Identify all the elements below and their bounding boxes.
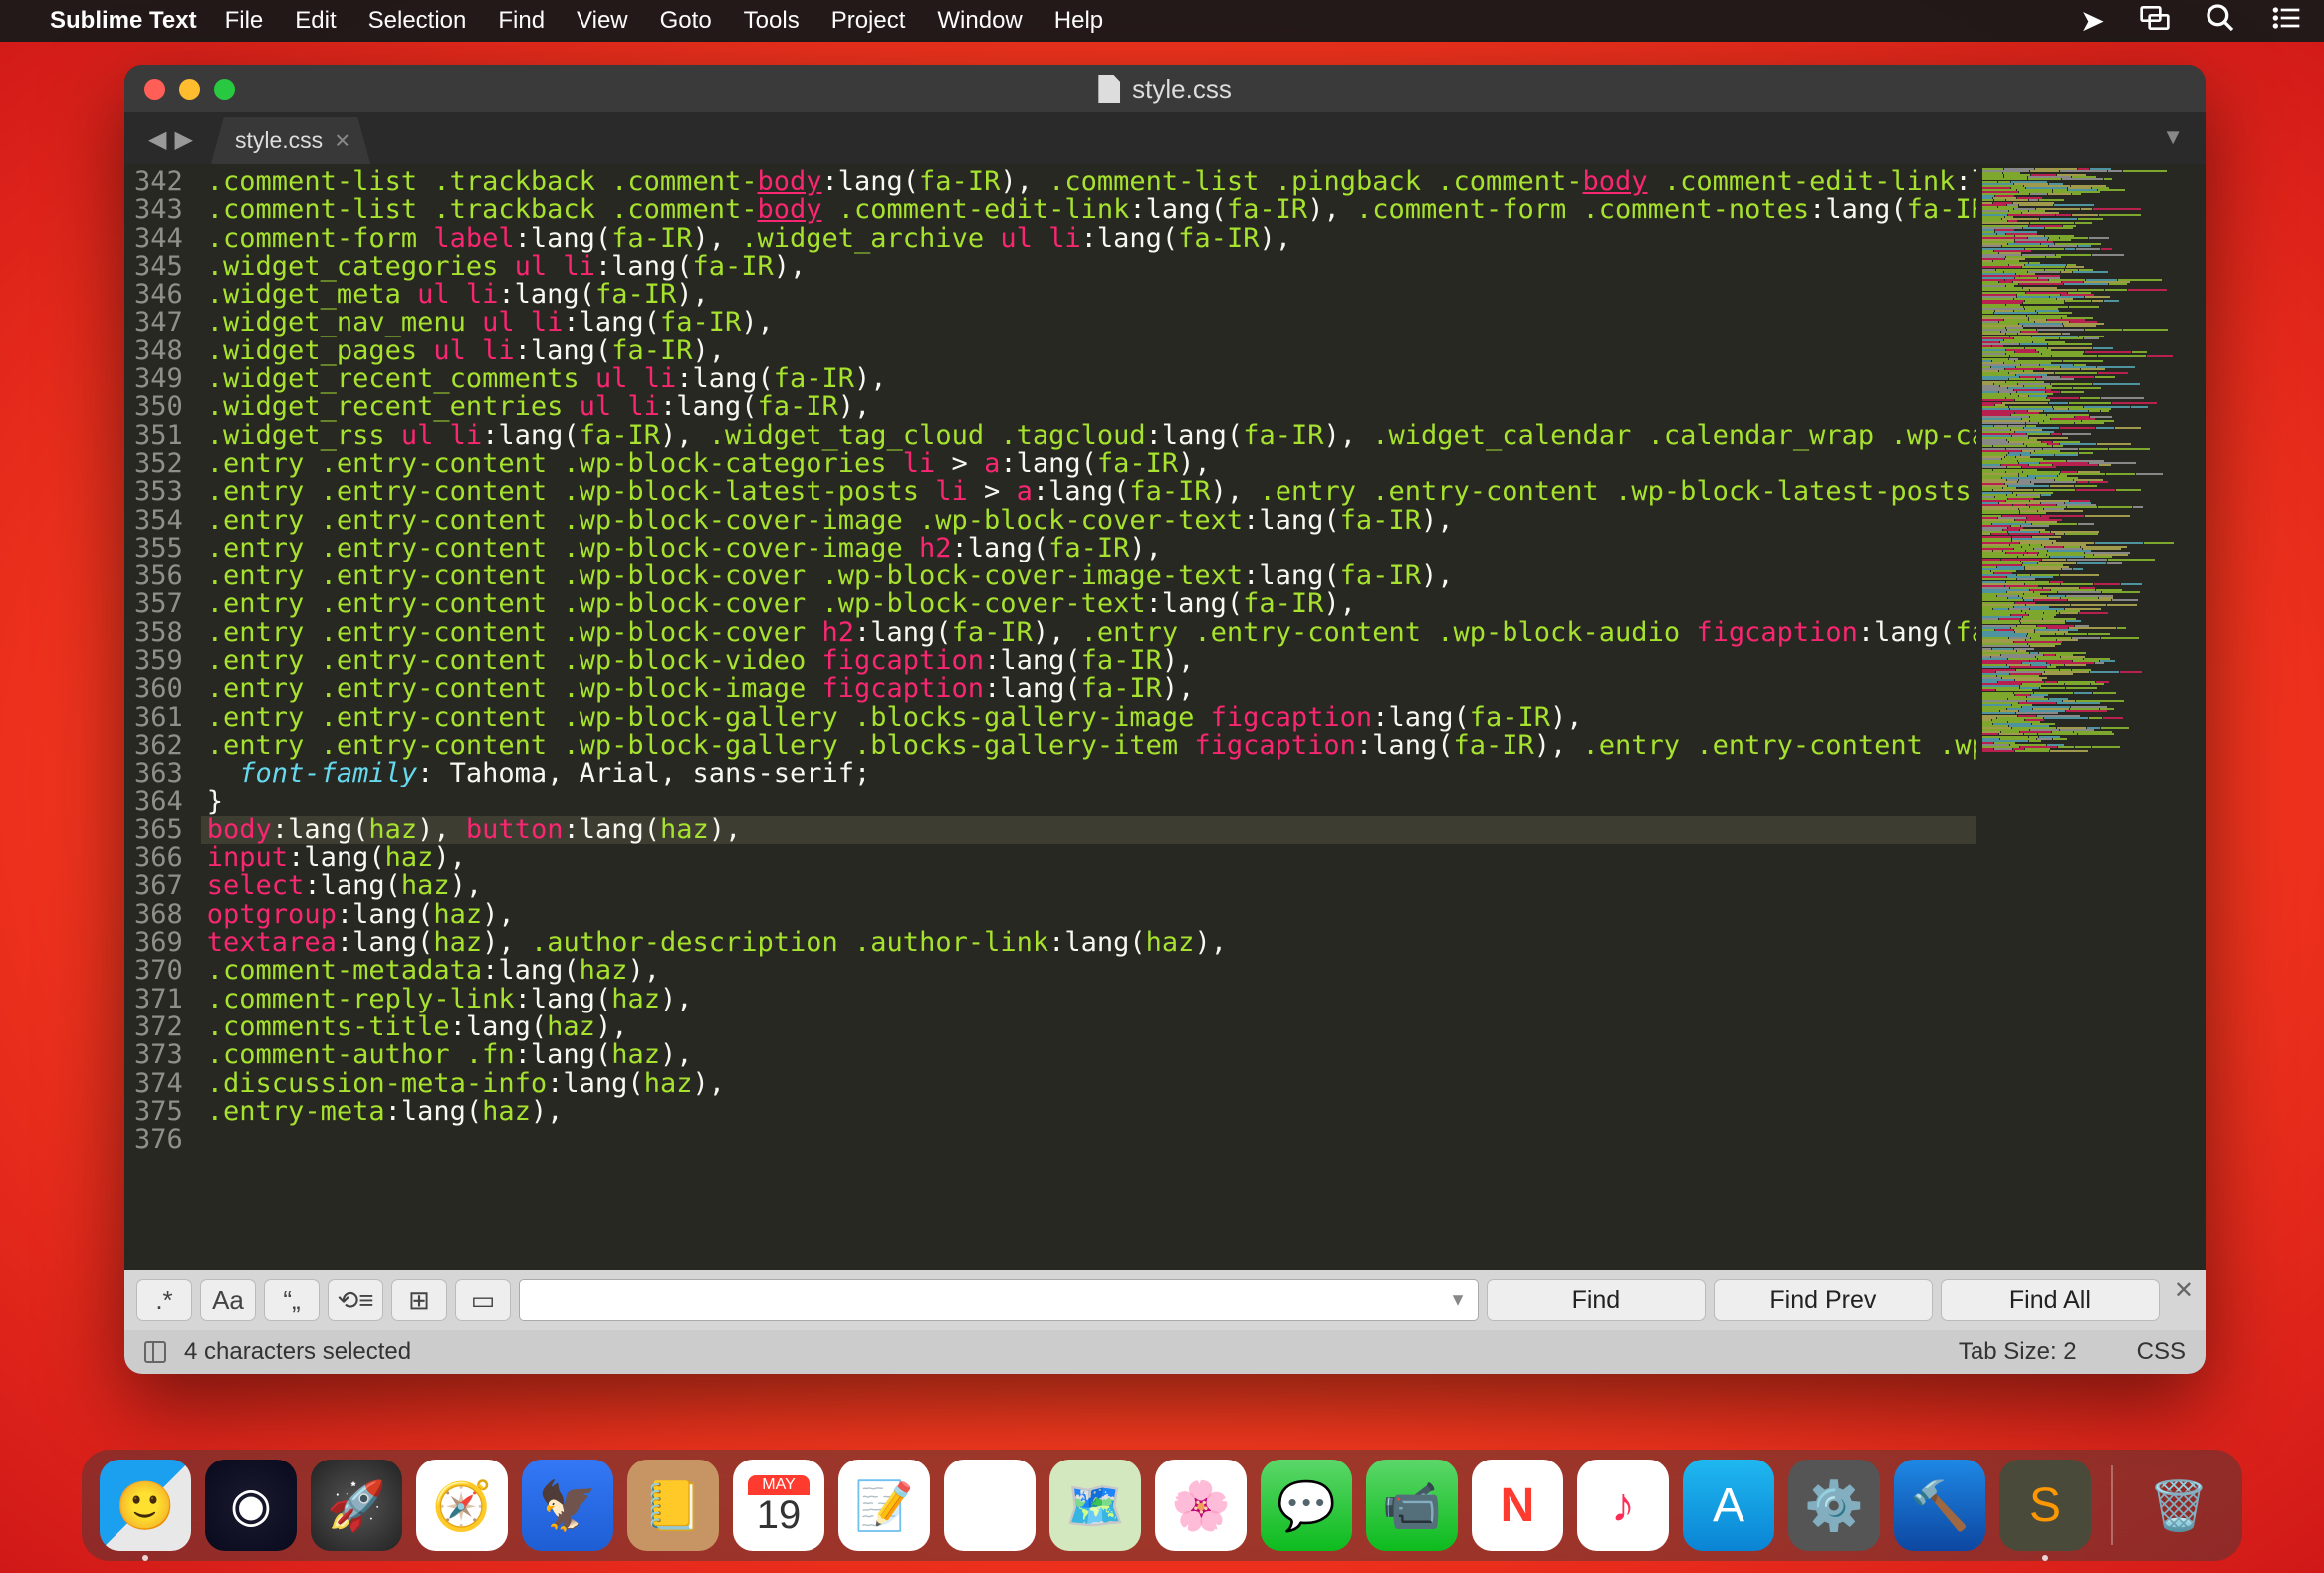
- tab-overflow-icon[interactable]: ▼: [2162, 124, 2184, 150]
- dock-safari-icon[interactable]: 🧭: [416, 1460, 508, 1551]
- dock-siri-icon[interactable]: ◉: [205, 1460, 297, 1551]
- window-close-button[interactable]: [144, 79, 165, 100]
- dock-xcode-icon[interactable]: 🔨: [1894, 1460, 1985, 1551]
- dock-finder-icon[interactable]: 🙂: [100, 1460, 191, 1551]
- app-name[interactable]: Sublime Text: [50, 7, 197, 35]
- selection-status: 4 characters selected: [184, 1338, 411, 1366]
- editor-area: 3423433443453463473483493503513523533543…: [124, 164, 2206, 1270]
- dock-news-icon[interactable]: N: [1472, 1460, 1563, 1551]
- case-toggle[interactable]: Aa: [200, 1279, 256, 1321]
- dock-trash-icon[interactable]: 🗑️: [2133, 1460, 2224, 1551]
- file-tab[interactable]: style.css ✕: [211, 117, 370, 164]
- dock-photos-icon[interactable]: 🌸: [1155, 1460, 1247, 1551]
- dock-facetime-icon[interactable]: 📹: [1366, 1460, 1458, 1551]
- window-minimize-button[interactable]: [179, 79, 200, 100]
- find-button[interactable]: Find: [1487, 1279, 1706, 1321]
- dock-sublime-icon[interactable]: S: [1999, 1460, 2091, 1551]
- menu-tools[interactable]: Tools: [744, 7, 800, 35]
- dock-music-icon[interactable]: ♪: [1577, 1460, 1669, 1551]
- find-input[interactable]: [519, 1279, 1479, 1321]
- screen-mirror-icon[interactable]: [2139, 2, 2171, 41]
- whole-word-toggle[interactable]: “„: [264, 1279, 320, 1321]
- menu-file[interactable]: File: [225, 7, 264, 35]
- dock-messages-icon[interactable]: 💬: [1261, 1460, 1352, 1551]
- menu-find[interactable]: Find: [498, 7, 545, 35]
- menu-window[interactable]: Window: [937, 7, 1022, 35]
- menu-edit[interactable]: Edit: [295, 7, 336, 35]
- menu-selection[interactable]: Selection: [368, 7, 467, 35]
- wrap-toggle[interactable]: ⟲≡: [328, 1279, 383, 1321]
- dock-appstore-icon[interactable]: A: [1683, 1460, 1774, 1551]
- syntax-status[interactable]: CSS: [2137, 1338, 2186, 1366]
- minimap[interactable]: [1976, 164, 2206, 1270]
- dock-calendar-icon[interactable]: MAY19: [733, 1460, 824, 1551]
- menu-help[interactable]: Help: [1054, 7, 1103, 35]
- sidebar-toggle-icon[interactable]: [144, 1341, 166, 1363]
- sublime-window: style.css ◀ ▶ style.css ✕ ▼ 342343344345…: [124, 65, 2206, 1374]
- menu-view[interactable]: View: [577, 7, 628, 35]
- calendar-month: MAY: [748, 1475, 809, 1495]
- line-gutter: 3423433443453463473483493503513523533543…: [124, 164, 201, 1270]
- status-bar: 4 characters selected Tab Size: 2 CSS: [124, 1330, 2206, 1374]
- regex-toggle[interactable]: .*: [136, 1279, 192, 1321]
- dock-mail-icon[interactable]: 🦅: [522, 1460, 613, 1551]
- calendar-day: 19: [748, 1495, 809, 1535]
- find-all-button[interactable]: Find All: [1941, 1279, 2160, 1321]
- in-selection-toggle[interactable]: ⊞: [391, 1279, 447, 1321]
- window-maximize-button[interactable]: [214, 79, 235, 100]
- nav-back-icon[interactable]: ◀: [148, 125, 166, 154]
- window-title-text: style.css: [1132, 74, 1232, 105]
- menu-goto[interactable]: Goto: [660, 7, 712, 35]
- cursor-icon[interactable]: ➤: [2080, 4, 2105, 39]
- control-center-icon[interactable]: [2270, 2, 2302, 41]
- dock-launchpad-icon[interactable]: 🚀: [311, 1460, 402, 1551]
- tab-label: style.css: [235, 127, 323, 153]
- spotlight-icon[interactable]: [2205, 2, 2236, 41]
- window-titlebar[interactable]: style.css: [124, 65, 2206, 112]
- dock-maps-icon[interactable]: 🗺️: [1049, 1460, 1141, 1551]
- dock-reminders-icon[interactable]: ☰: [944, 1460, 1036, 1551]
- tab-bar: ◀ ▶ style.css ✕ ▼: [124, 112, 2206, 164]
- find-history-dropdown-icon[interactable]: ▼: [1449, 1290, 1467, 1311]
- document-icon: [1098, 75, 1120, 103]
- dock-contacts-icon[interactable]: 📒: [627, 1460, 719, 1551]
- find-bar: .* Aa “„ ⟲≡ ⊞ ▭ ▼ Find Find Prev Find Al…: [124, 1270, 2206, 1330]
- highlight-toggle[interactable]: ▭: [455, 1279, 511, 1321]
- nav-fwd-icon[interactable]: ▶: [174, 125, 192, 154]
- code-area[interactable]: .comment-list .trackback .comment-body:l…: [201, 164, 1976, 1270]
- menu-project[interactable]: Project: [831, 7, 906, 35]
- find-prev-button[interactable]: Find Prev: [1714, 1279, 1933, 1321]
- dock-separator: [2111, 1465, 2113, 1545]
- macos-dock: 🙂 ◉ 🚀 🧭 🦅 📒 MAY19 📝 ☰ 🗺️ 🌸 💬 📹 N ♪ A ⚙️ …: [82, 1450, 2242, 1561]
- tab-size-status[interactable]: Tab Size: 2: [1959, 1338, 2077, 1366]
- find-close-icon[interactable]: ✕: [2174, 1276, 2194, 1305]
- tab-close-icon[interactable]: ✕: [334, 128, 350, 153]
- dock-preferences-icon[interactable]: ⚙️: [1788, 1460, 1880, 1551]
- window-title: style.css: [1098, 74, 1232, 105]
- dock-notes-icon[interactable]: 📝: [838, 1460, 930, 1551]
- macos-menubar: Sublime Text File Edit Selection Find Vi…: [0, 0, 2324, 42]
